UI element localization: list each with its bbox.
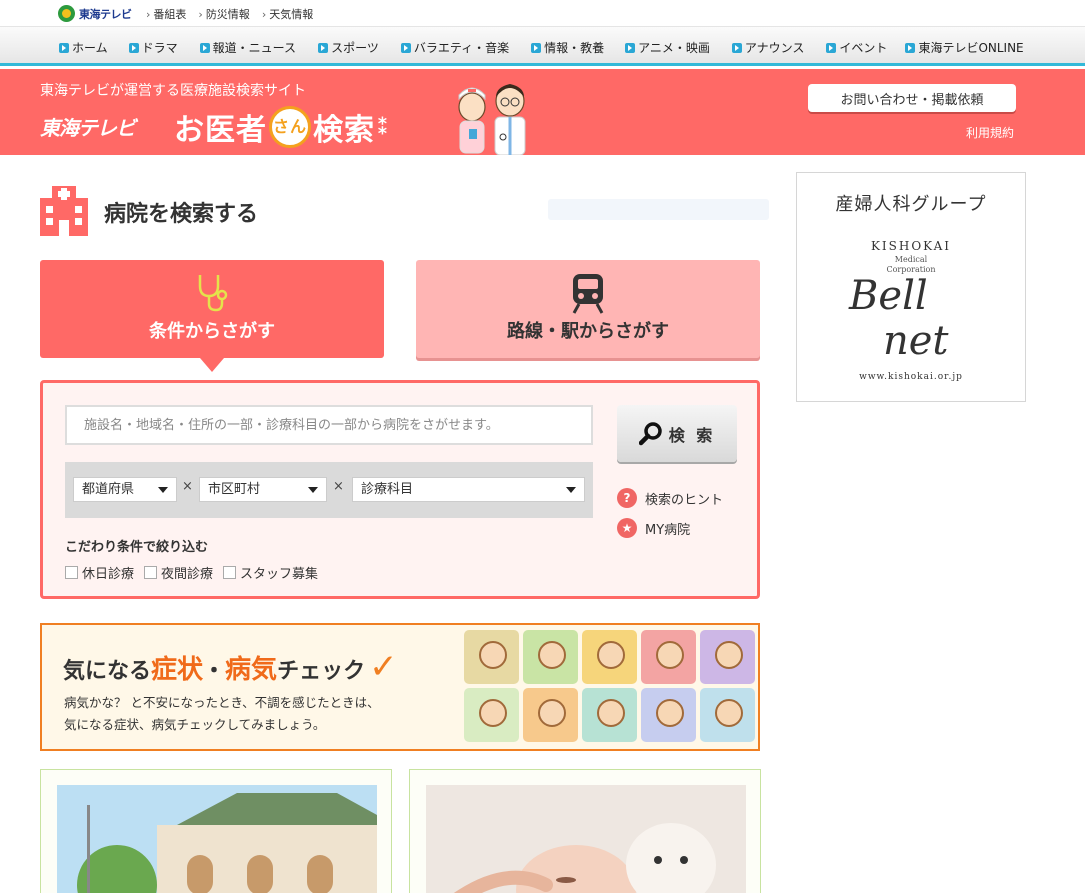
keyword-search-input[interactable]: [65, 405, 593, 445]
arrow-icon: [318, 42, 329, 53]
hospital-icon: [40, 186, 88, 236]
tab-search-by-route[interactable]: 路線・駅からさがす: [416, 260, 760, 358]
symptom-tile: [641, 688, 696, 742]
symptom-tile: [464, 630, 519, 684]
utility-link-disaster[interactable]: 防災情報: [198, 6, 250, 22]
symptom-tile: [641, 630, 696, 684]
department-select[interactable]: 診療科目: [352, 477, 585, 502]
header-brand[interactable]: 東海テレビ: [40, 112, 136, 141]
checkbox[interactable]: [65, 566, 78, 579]
symptom-description: 病気かな？ と不安になったとき、不調を感じたときは、 気になる症状、病気チェック…: [64, 695, 380, 732]
utility-links: 番組表 防災情報 天気情報: [146, 6, 313, 22]
caret-down-icon: [308, 487, 318, 493]
utility-bar: 東海テレビ 番組表 防災情報 天気情報: [0, 0, 1085, 27]
site-tagline: 東海テレビが運営する医療施設検索サイト: [40, 83, 306, 99]
nav-item-home[interactable]: ホーム: [59, 39, 108, 56]
tokai-tv-logo-text: 東海テレビ: [79, 7, 132, 21]
search-button[interactable]: 検 索: [617, 405, 737, 462]
section-title: 病院を検索する: [104, 202, 259, 227]
terms-link[interactable]: 利用規約: [966, 124, 1014, 141]
nav-item-sports[interactable]: スポーツ: [318, 39, 379, 56]
tab-route-label: 路線・駅からさがす: [507, 321, 669, 342]
title-circle: さん: [269, 106, 311, 148]
question-icon: ?: [617, 488, 637, 508]
arrow-icon: [59, 42, 69, 53]
checkmark-icon: ✓: [369, 647, 398, 687]
stethoscope-icon: [198, 275, 228, 312]
times-separator: ×: [333, 479, 344, 494]
checkbox[interactable]: [223, 566, 237, 579]
tokai-tv-logo[interactable]: 東海テレビ: [58, 5, 132, 22]
ad-net: net: [883, 318, 949, 364]
feature-card-clinic[interactable]: [40, 769, 392, 893]
symptom-tile: [523, 688, 578, 742]
tab-condition-label: 条件からさがす: [149, 321, 275, 342]
arrow-icon: [731, 42, 742, 53]
city-select[interactable]: 市区町村: [199, 477, 327, 502]
arrow-icon: [199, 42, 210, 53]
times-separator: ×: [182, 479, 193, 494]
site-title[interactable]: お医者 さん 検索 ⁑: [174, 105, 390, 149]
arrow-icon: [400, 42, 411, 53]
ad-url: www.kishokai.or.jp: [859, 372, 963, 382]
contact-button[interactable]: お問い合わせ・掲載依頼: [808, 84, 1016, 112]
caret-down-icon: [566, 487, 576, 493]
search-icon: [638, 421, 662, 445]
symptom-tile: [700, 688, 755, 742]
select-bar: 都道府県 × 市区町村 × 診療科目: [65, 462, 593, 518]
arrow-icon: [531, 42, 542, 53]
faded-link[interactable]: [548, 199, 769, 220]
filter-staff[interactable]: スタッフ募集: [223, 563, 318, 582]
star-icon: ★: [617, 518, 637, 538]
utility-link-program[interactable]: 番組表: [146, 6, 186, 22]
symptom-tile: [523, 630, 578, 684]
symptom-tile: [464, 688, 519, 742]
nav-item-online[interactable]: 東海テレビONLINE: [905, 39, 1024, 56]
doctor-nurse-illustration: [458, 84, 526, 155]
symptom-tile: [700, 630, 755, 684]
caret-down-icon: [158, 487, 168, 493]
sparkle-icon: ⁑: [377, 114, 390, 140]
arrow-icon: [826, 42, 837, 53]
ad-title: 産婦人科グループ: [835, 194, 987, 215]
arrow-icon: [128, 42, 139, 53]
baby-photo: [426, 785, 746, 893]
symptom-tile: [582, 630, 637, 684]
search-panel: 検 索 都道府県 × 市区町村 × 診療科目 ? 検索のヒント ★ MY病院 こ…: [40, 380, 760, 599]
filter-checkboxes: 休日診療 夜間診療 スタッフ募集: [65, 563, 318, 582]
ad-bell: Bell: [849, 273, 928, 319]
global-nav: ホーム ドラマ 報道・ニュース スポーツ バラエティ・音楽 情報・教養 アニメ・…: [0, 27, 1085, 66]
clinic-building-photo: [57, 785, 377, 893]
nav-item-drama[interactable]: ドラマ: [128, 39, 178, 56]
nav-item-announce[interactable]: アナウンス: [731, 39, 804, 56]
prefecture-select[interactable]: 都道府県: [73, 477, 177, 502]
symptom-check-banner[interactable]: 気になる症状・病気チェック ✓ 病気かな？ と不安になったとき、不調を感じたときは…: [40, 623, 760, 751]
filter-title: こだわり条件で絞り込む: [65, 540, 209, 555]
sidebar-ad-bellnet[interactable]: 産婦人科グループ KISHOKAI Medical Corporation Be…: [796, 172, 1026, 402]
symptom-tile: [582, 688, 637, 742]
filter-holiday[interactable]: 休日診療: [65, 563, 134, 582]
nav-item-info[interactable]: 情報・教養: [531, 39, 604, 56]
train-icon: [572, 274, 604, 314]
symptom-illustrations: [464, 630, 755, 742]
my-hospital-link[interactable]: ★ MY病院: [617, 518, 690, 538]
site-header: 東海テレビが運営する医療施設検索サイト 東海テレビ お医者 さん 検索 ⁑ お問…: [0, 69, 1085, 155]
nav-item-anime[interactable]: アニメ・映画: [625, 39, 710, 56]
filter-night[interactable]: 夜間診療: [144, 563, 213, 582]
feature-card-baby[interactable]: [409, 769, 761, 893]
checkbox[interactable]: [144, 566, 158, 579]
tokai-tv-logo-icon: [58, 5, 75, 22]
symptom-title: 気になる症状・病気チェック ✓: [63, 647, 398, 687]
ad-kishokai: KISHOKAI: [870, 239, 952, 253]
utility-link-weather[interactable]: 天気情報: [262, 6, 313, 22]
arrow-icon: [625, 42, 636, 53]
nav-item-news[interactable]: 報道・ニュース: [199, 39, 296, 56]
nav-item-event[interactable]: イベント: [826, 39, 887, 56]
tab-search-by-condition[interactable]: 条件からさがす: [40, 260, 384, 372]
ad-medical: Medical: [894, 255, 928, 264]
nav-item-variety[interactable]: バラエティ・音楽: [400, 39, 509, 56]
arrow-icon: [905, 42, 916, 53]
search-hint-link[interactable]: ? 検索のヒント: [617, 488, 723, 508]
